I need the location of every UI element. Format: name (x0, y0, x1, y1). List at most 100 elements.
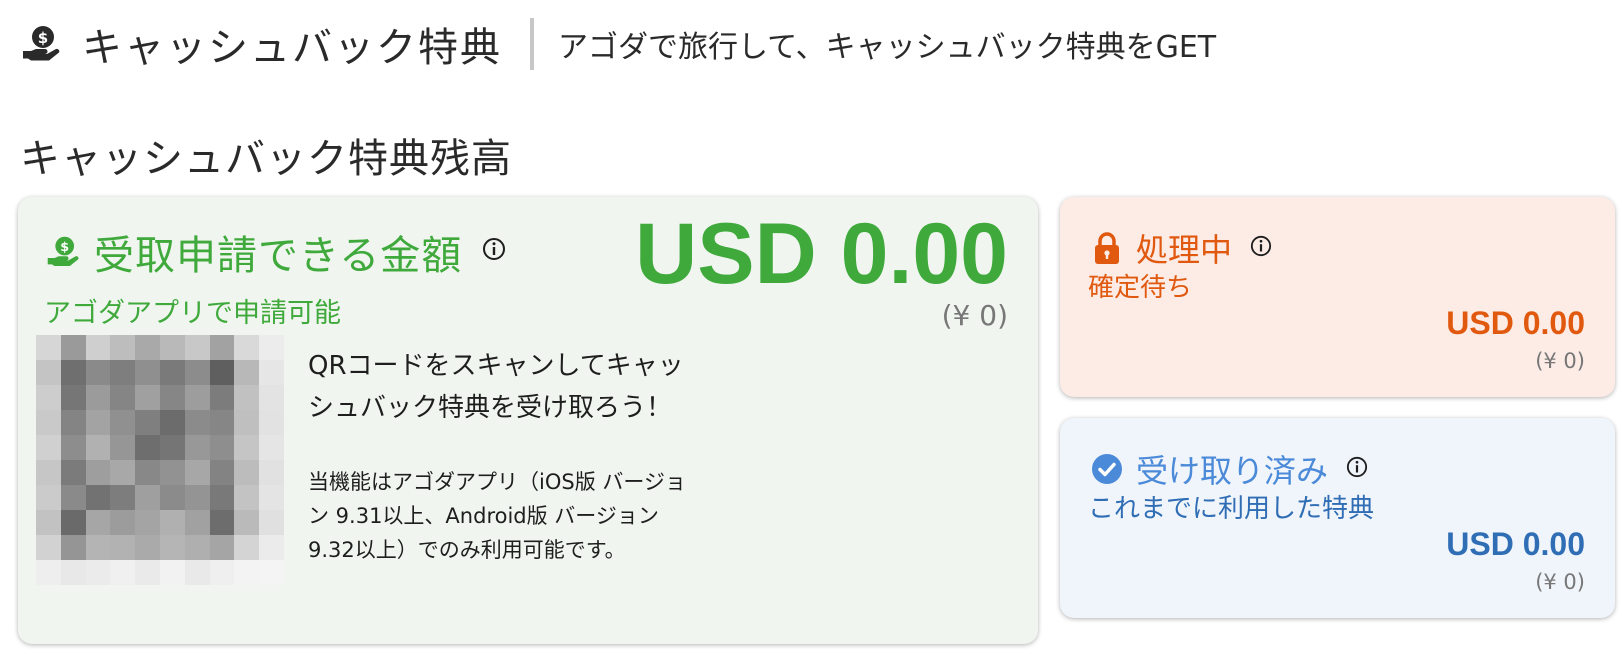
qr-cell (85, 435, 111, 460)
info-icon[interactable] (1250, 235, 1272, 257)
qr-cell (110, 360, 136, 385)
qr-cell (36, 385, 61, 410)
page-title: キャッシュバック特典 (82, 25, 502, 71)
qr-cell (36, 360, 61, 385)
qr-cell (184, 360, 210, 385)
qr-cell (135, 385, 160, 410)
qr-cell (159, 335, 185, 360)
qr-cell (110, 560, 136, 585)
qr-cell (209, 535, 235, 560)
qr-cell (234, 510, 260, 535)
page-header: $ キャッシュバック特典 アゴダで旅行して、キャッシュバック特典をGET (20, 14, 1216, 74)
qr-cell (135, 560, 160, 585)
qr-cell (60, 535, 86, 560)
qr-cell (209, 560, 235, 585)
qr-cell (110, 410, 136, 435)
qr-cell (85, 510, 111, 535)
qr-cell (209, 335, 235, 360)
check-circle-icon (1090, 450, 1124, 488)
qr-cell (259, 535, 284, 560)
qr-cell (135, 435, 160, 460)
qr-cell (36, 535, 61, 560)
qr-cell (234, 360, 260, 385)
qr-cell (159, 385, 185, 410)
qr-note: 当機能はアゴダアプリ（iOS版 バージョン 9.31以上、Android版 バー… (308, 470, 686, 562)
qr-cell (209, 385, 235, 410)
qr-cell (85, 485, 111, 510)
cashback-hand-icon: $ (46, 232, 82, 272)
qr-cell (60, 385, 86, 410)
qr-cell (234, 535, 260, 560)
info-icon[interactable] (482, 237, 506, 261)
qr-cell (110, 535, 136, 560)
qr-cell (159, 360, 185, 385)
qr-instruction: QRコードをスキャンしてキャッシュバック特典を受け取ろう！ (308, 351, 684, 423)
available-yen-amount: (¥ 0) (941, 299, 1008, 332)
qr-cell (184, 510, 210, 535)
qr-cell (85, 360, 111, 385)
qr-cell (135, 460, 160, 485)
available-amount: USD 0.00 (635, 206, 1008, 302)
qr-cell (60, 410, 86, 435)
qr-cell (110, 510, 136, 535)
qr-cell (234, 335, 260, 360)
qr-cell (110, 435, 136, 460)
available-balance-card: $ 受取申請できる金額 USD 0.00 (¥ 0) アゴダアプリで申請可能 Q… (18, 197, 1038, 644)
processing-yen-amount: (¥ 0) (1535, 349, 1585, 373)
qr-cell (85, 335, 111, 360)
qr-cell (259, 360, 284, 385)
qr-cell (36, 560, 61, 585)
qr-cell (159, 535, 185, 560)
qr-cell (60, 435, 86, 460)
qr-cell (110, 485, 136, 510)
qr-cell (184, 335, 210, 360)
lock-icon (1090, 229, 1124, 267)
received-yen-amount: (¥ 0) (1535, 570, 1585, 594)
qr-cell (110, 460, 136, 485)
qr-cell (259, 410, 284, 435)
qr-cell (36, 510, 61, 535)
qr-cell (234, 435, 260, 460)
qr-cell (159, 510, 185, 535)
qr-cell (234, 385, 260, 410)
qr-cell (36, 335, 61, 360)
qr-cell (184, 460, 210, 485)
processing-header: 処理中 (1090, 225, 1272, 271)
qr-code (36, 335, 284, 585)
qr-cell (85, 535, 111, 560)
qr-cell (159, 460, 185, 485)
qr-cell (209, 485, 235, 510)
available-header: $ 受取申請できる金額 (46, 223, 506, 281)
qr-cell (259, 385, 284, 410)
qr-cell (159, 560, 185, 585)
qr-cell (234, 460, 260, 485)
qr-cell (259, 560, 284, 585)
qr-cell (135, 535, 160, 560)
qr-cell (259, 485, 284, 510)
qr-cell (36, 485, 61, 510)
qr-cell (85, 385, 111, 410)
qr-cell (209, 435, 235, 460)
qr-cell (159, 485, 185, 510)
qr-cell (184, 560, 210, 585)
balance-section-title: キャッシュバック特典残高 (20, 136, 512, 182)
qr-cell (184, 435, 210, 460)
qr-cell (184, 410, 210, 435)
qr-cell (85, 560, 111, 585)
info-icon[interactable] (1346, 456, 1368, 478)
qr-cell (60, 335, 86, 360)
qr-cell (36, 410, 61, 435)
qr-cell (60, 560, 86, 585)
available-title: 受取申請できる金額 (94, 233, 463, 279)
svg-text:$: $ (60, 240, 69, 255)
qr-cell (60, 360, 86, 385)
processing-subtitle: 確定待ち (1088, 273, 1193, 303)
qr-cell (259, 435, 284, 460)
qr-cell (135, 410, 160, 435)
header-divider (530, 18, 534, 70)
processing-card: 処理中 確定待ち USD 0.00 (¥ 0) (1060, 197, 1615, 397)
qr-cell (135, 335, 160, 360)
qr-cell (209, 460, 235, 485)
qr-cell (60, 460, 86, 485)
qr-cell (85, 410, 111, 435)
